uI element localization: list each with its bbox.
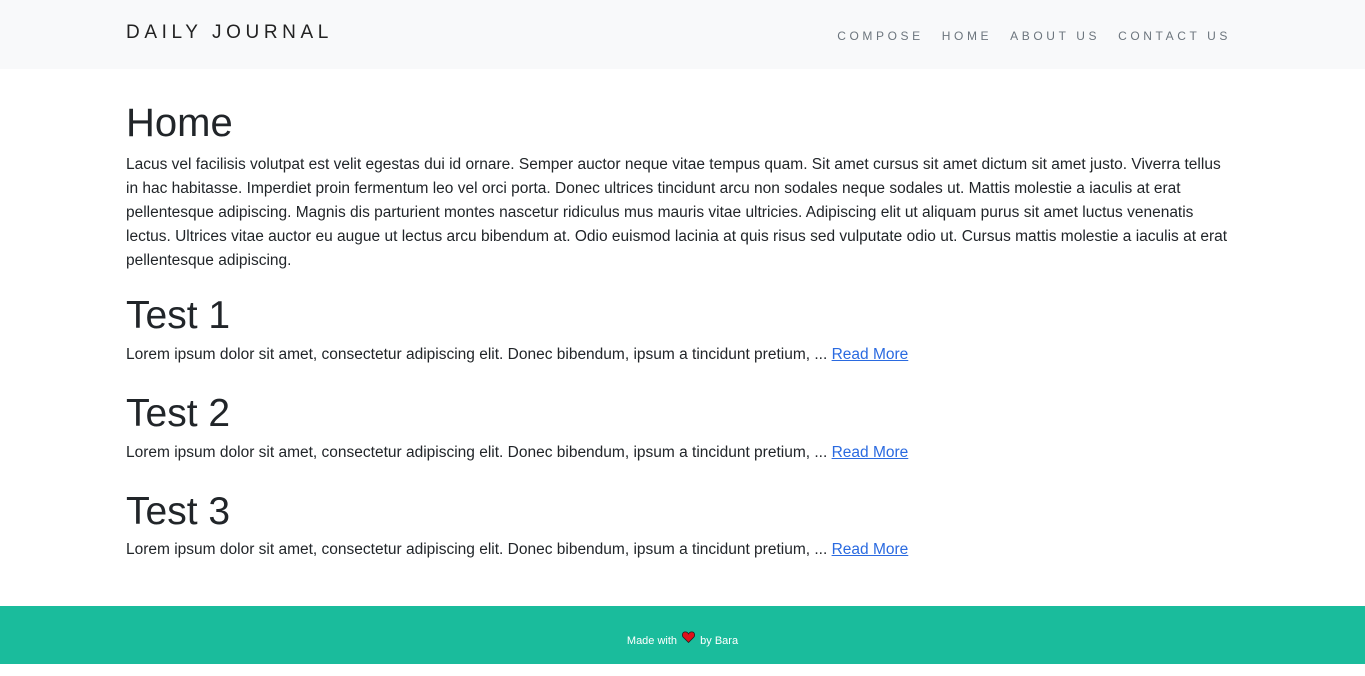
post-excerpt: Lorem ipsum dolor sit amet, consectetur … — [126, 441, 1236, 465]
nav-item-compose: COMPOSE — [837, 27, 924, 45]
post-item: Test 3 Lorem ipsum dolor sit amet, conse… — [126, 489, 1236, 563]
page-title: Home — [126, 101, 233, 145]
navbar: DAILY JOURNAL COMPOSE HOME ABOUT US CONT… — [0, 0, 1365, 69]
post-title: Test 3 — [126, 489, 231, 533]
post-excerpt-text: Lorem ipsum dolor sit amet, consectetur … — [126, 345, 828, 363]
nav-item-home: HOME — [942, 27, 992, 45]
post-item: Test 1 Lorem ipsum dolor sit amet, conse… — [126, 293, 1236, 367]
nav-link-about-us[interactable]: ABOUT US — [1010, 29, 1100, 43]
post-item: Test 2 Lorem ipsum dolor sit amet, conse… — [126, 391, 1236, 465]
post-excerpt: Lorem ipsum dolor sit amet, consectetur … — [126, 343, 1236, 367]
intro-paragraph: Lacus vel facilisis volutpat est velit e… — [126, 156, 1228, 269]
post-excerpt-text: Lorem ipsum dolor sit amet, consectetur … — [126, 443, 828, 461]
post-title: Test 2 — [126, 391, 231, 435]
nav-link-home[interactable]: HOME — [942, 29, 992, 43]
heart-icon — [682, 605, 696, 675]
footer-prefix: Made with — [626, 635, 678, 647]
post-excerpt-text: Lorem ipsum dolor sit amet, consectetur … — [126, 541, 828, 559]
read-more-link[interactable]: Read More — [832, 346, 909, 363]
nav-links: COMPOSE HOME ABOUT US CONTACT US — [837, 27, 1231, 45]
nav-link-compose[interactable]: COMPOSE — [837, 29, 924, 43]
nav-link-contact-us[interactable]: CONTACT US — [1118, 29, 1231, 43]
nav-item-contact: CONTACT US — [1118, 27, 1231, 45]
post-title: Test 1 — [126, 294, 231, 337]
footer-suffix: by Bara — [700, 635, 739, 647]
main-content: Home Lacus vel facilisis volutpat est ve… — [126, 99, 1236, 586]
read-more-link[interactable]: Read More — [832, 444, 909, 461]
read-more-link[interactable]: Read More — [832, 541, 909, 558]
footer: Made with by Bara — [0, 606, 1365, 664]
nav-item-about: ABOUT US — [1010, 27, 1100, 45]
post-excerpt: Lorem ipsum dolor sit amet, consectetur … — [126, 538, 1236, 562]
brand-logo[interactable]: DAILY JOURNAL — [126, 22, 333, 44]
